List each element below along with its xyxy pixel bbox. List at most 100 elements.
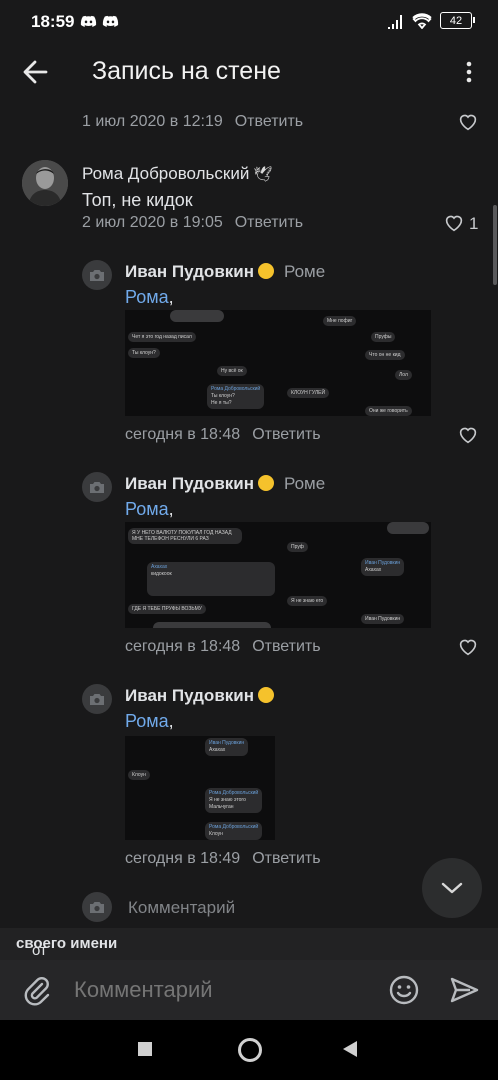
chevron-down-icon <box>441 882 463 894</box>
chat-bubble: Пруф <box>287 542 308 552</box>
attached-screenshot[interactable]: Я У НЕГО ВАЛЮТУ ПОКУПАЛ ГОД НАЗАД МНЕ ТЕ… <box>125 522 431 628</box>
comment-author[interactable]: Иван Пудовкин <box>125 686 274 706</box>
camera-icon <box>90 481 104 493</box>
chat-bubble: Рома Добровольский Клоун <box>205 822 263 840</box>
mention-link[interactable]: Рома, <box>125 711 174 732</box>
like-heart-icon[interactable] <box>458 638 478 656</box>
comment-date: сегодня в 18:49 <box>125 850 241 867</box>
home-button[interactable] <box>238 1038 262 1062</box>
emoji-picker-icon[interactable] <box>388 974 420 1006</box>
comment-date: сегодня в 18:48 <box>125 638 241 655</box>
chat-bubble: Иван Пудовкин Ахахах <box>361 558 405 576</box>
paperclip-icon[interactable] <box>20 974 52 1006</box>
inline-comment-placeholder[interactable]: Комментарий <box>128 898 235 918</box>
emoji-status-icon <box>258 687 274 703</box>
reply-button[interactable]: Ответить <box>235 113 303 130</box>
comment-text: Топ, не кидок <box>82 190 193 210</box>
comment-thread[interactable]: 1 июл 2020 в 12:19 Ответить Рома Добровол… <box>0 100 498 928</box>
mention-text[interactable]: Рома <box>125 499 169 519</box>
camera-icon <box>90 693 104 705</box>
mention-text[interactable]: Рома <box>125 287 169 307</box>
avatar-placeholder <box>82 892 112 922</box>
status-bar: 18:59 42 <box>0 0 498 44</box>
chat-bubble: Пруфы <box>371 332 396 342</box>
mention-link[interactable]: Рома, <box>125 499 174 520</box>
chat-bubble: Иван Пудовкин Ахахах <box>205 738 249 756</box>
send-icon[interactable] <box>448 974 480 1006</box>
like-heart-icon[interactable] <box>458 113 478 131</box>
avatar-placeholder[interactable] <box>82 472 112 502</box>
comment-composer <box>0 960 498 1020</box>
author-name[interactable]: Иван Пудовкин <box>125 686 254 705</box>
post-as-selector[interactable]: от своего имени <box>0 928 498 960</box>
reply-button[interactable]: Ответить <box>235 214 303 231</box>
avatar-placeholder[interactable] <box>82 260 112 290</box>
author-name[interactable]: Иван Пудовкин <box>125 262 254 281</box>
comment-meta: 2 июл 2020 в 19:05 Ответить <box>82 214 303 232</box>
reply-button[interactable]: Ответить <box>252 638 320 655</box>
chat-bubble: Лол <box>395 370 412 380</box>
reply-to[interactable]: Роме <box>284 474 325 493</box>
comment-meta: сегодня в 18:49 Ответить <box>125 850 321 868</box>
chat-bubble <box>387 522 429 534</box>
dove-badge-icon: 🕊 <box>253 166 273 183</box>
chat-bubble: Рома Добровольский Я не знаю этого Мальчуг… <box>205 788 263 813</box>
status-time: 18:59 <box>31 12 75 31</box>
signal-icon <box>388 14 402 29</box>
mention-link[interactable]: Рома, <box>125 287 174 308</box>
comment-input[interactable] <box>72 976 366 1004</box>
identity-prefix: от <box>32 942 47 959</box>
mention-text[interactable]: Рома <box>125 711 169 731</box>
comment-author[interactable]: Рома Добровольский 🕊 <box>82 164 272 184</box>
chat-bubble: Ты клоун? <box>128 348 160 358</box>
back-arrow-icon[interactable] <box>18 56 54 88</box>
chat-bubble: Мне пофиг <box>323 316 357 326</box>
comment-meta: сегодня в 18:48 Ответить <box>125 426 321 444</box>
comment-meta: сегодня в 18:48 Ответить <box>125 638 321 656</box>
chat-bubble: КЛОУН ГУЛЕЙ <box>287 388 330 398</box>
chat-bubble: ГДЕ Я ТЕБЕ ПРУФЫ ВОЗЬМУ <box>128 604 206 614</box>
chat-bubble: Они же говорить <box>365 406 412 416</box>
comment-date: 2 июл 2020 в 19:05 <box>82 214 223 231</box>
scrollbar[interactable] <box>493 205 497 285</box>
discord-icon <box>80 15 97 27</box>
avatar[interactable] <box>22 160 68 206</box>
reply-button[interactable]: Ответить <box>252 426 320 443</box>
reply-button[interactable]: Ответить <box>252 850 320 867</box>
chat-bubble <box>153 622 271 628</box>
app-bar: Запись на стене <box>0 44 498 100</box>
comment-date: 1 июл 2020 в 12:19 <box>82 113 223 130</box>
chat-bubble: Иван Пудовкин <box>361 614 405 624</box>
comment-date: сегодня в 18:48 <box>125 426 241 443</box>
reply-to[interactable]: Роме <box>284 262 325 281</box>
discord-icon <box>102 15 119 27</box>
page-title: Запись на стене <box>92 57 281 85</box>
recents-button[interactable] <box>138 1042 152 1056</box>
comment-author[interactable]: Иван Пудовкин Роме <box>125 474 325 494</box>
wifi-icon <box>412 12 432 29</box>
chat-bubble: Чет я это год назад писал <box>128 332 196 342</box>
like-heart-icon[interactable] <box>444 214 464 232</box>
attached-screenshot[interactable]: Мне пофиг Чет я это год назад писал Пруф… <box>125 310 431 416</box>
nav-back-icon[interactable] <box>342 1040 358 1058</box>
like-heart-icon[interactable] <box>458 426 478 444</box>
chat-bubble: Ахахах кидокоок <box>147 562 275 596</box>
comment-meta: 1 июл 2020 в 12:19 Ответить <box>82 113 303 131</box>
scroll-down-button[interactable] <box>422 858 482 918</box>
chat-bubble: Клоун <box>128 770 150 780</box>
more-options-icon[interactable] <box>460 60 478 84</box>
camera-icon <box>90 901 104 913</box>
comment-author[interactable]: Иван Пудовкин Роме <box>125 262 325 282</box>
author-name[interactable]: Иван Пудовкин <box>125 474 254 493</box>
battery-level: 42 <box>449 14 463 27</box>
chat-bubble <box>170 310 224 322</box>
chat-bubble: Я не знаю его <box>287 596 328 606</box>
like-count: 1 <box>469 214 479 233</box>
chat-bubble: Что он не кид <box>365 350 405 360</box>
attached-screenshot[interactable]: Иван Пудовкин Ахахах Клоун Рома Доброволь… <box>125 736 275 840</box>
avatar-placeholder[interactable] <box>82 684 112 714</box>
emoji-status-icon <box>258 263 274 279</box>
chat-bubble: Я У НЕГО ВАЛЮТУ ПОКУПАЛ ГОД НАЗАД МНЕ ТЕ… <box>128 528 242 544</box>
author-name[interactable]: Рома Добровольский <box>82 164 249 183</box>
chat-bubble: Ну всё ок <box>217 366 247 376</box>
